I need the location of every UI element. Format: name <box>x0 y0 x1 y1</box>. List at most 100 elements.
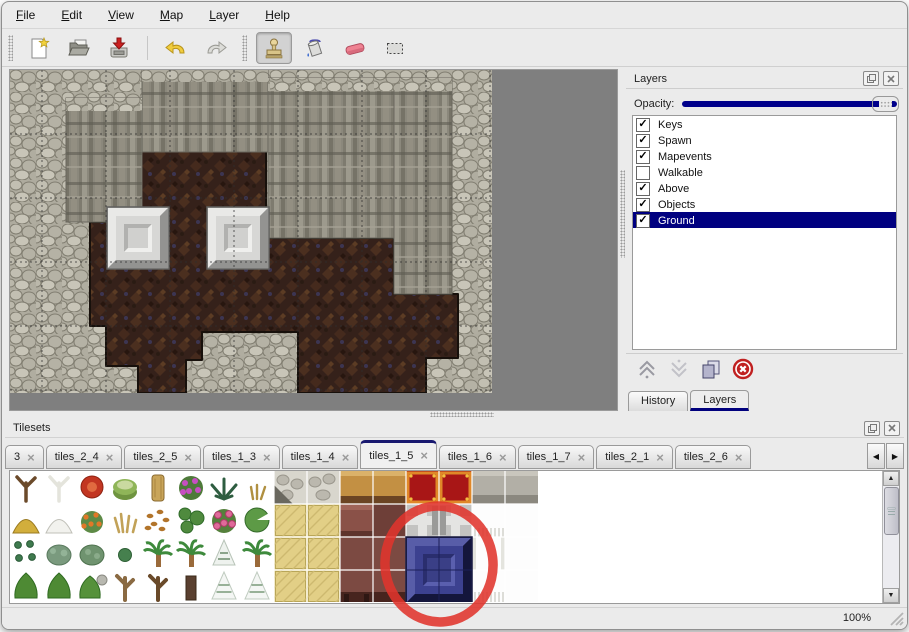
lower-layer-button[interactable] <box>666 357 692 381</box>
tileset-tab[interactable]: tiles_1_6 × <box>439 445 516 469</box>
float-dock-button[interactable] <box>863 71 879 86</box>
tab-scroll-left-button[interactable]: ◀ <box>867 443 885 469</box>
menu-item-edit[interactable]: Edit <box>61 8 82 22</box>
layer-row[interactable]: ✓ Above <box>633 180 896 196</box>
layer-checkbox[interactable]: ✓ <box>636 198 650 212</box>
stamp-tool-button[interactable] <box>256 32 292 64</box>
layer-row[interactable]: ✓ Objects <box>633 196 896 212</box>
tileset-tab[interactable]: tiles_2_5 × <box>124 445 201 469</box>
tileset-view[interactable]: ▲ ▼ <box>9 470 900 604</box>
fill-bucket-icon <box>303 36 327 60</box>
tab-history[interactable]: History <box>628 391 688 411</box>
fill-bucket-tool-button[interactable] <box>298 33 332 63</box>
tileset-tab[interactable]: 3 × <box>5 445 44 469</box>
tab-close-icon[interactable]: × <box>735 451 743 464</box>
layer-row[interactable]: ✓ Mapevents <box>633 148 896 164</box>
tileset-tab[interactable]: tiles_2_1 × <box>596 445 673 469</box>
tileset-scrollbar[interactable]: ▲ ▼ <box>882 471 899 603</box>
tab-scroll-buttons: ◀ ▶ <box>866 443 904 469</box>
opacity-slider[interactable] <box>682 95 899 113</box>
horizontal-splitter-handle[interactable] <box>430 412 494 417</box>
tab-close-icon[interactable]: × <box>499 451 507 464</box>
menu-item-layer[interactable]: Layer <box>209 8 239 22</box>
zoom-level-label: 100% <box>843 612 871 624</box>
resize-grip[interactable] <box>888 610 904 626</box>
rect-select-tool-button[interactable] <box>378 33 412 63</box>
layer-checkbox[interactable]: ✓ <box>636 134 650 148</box>
menu-item-view[interactable]: View <box>108 8 134 22</box>
layer-checkbox[interactable]: ✓ <box>636 214 650 228</box>
raise-layer-button[interactable] <box>634 357 660 381</box>
float-icon <box>867 74 876 83</box>
tab-close-icon[interactable]: × <box>184 451 192 464</box>
tab-layers[interactable]: Layers <box>690 390 749 411</box>
raise-layer-icon <box>636 358 658 380</box>
opacity-slider-handle[interactable] <box>872 96 899 112</box>
opacity-row: Opacity: <box>626 89 903 117</box>
new-file-icon <box>27 36 51 60</box>
menu-item-file[interactable]: File <box>16 8 35 22</box>
delete-layer-button[interactable] <box>730 357 756 381</box>
scroll-down-button[interactable]: ▼ <box>883 588 899 603</box>
screenshot-stage: File Edit View Map Layer Help <box>0 0 909 632</box>
opacity-slider-track[interactable] <box>682 101 897 107</box>
tab-close-icon[interactable]: × <box>342 451 350 464</box>
close-tilesets-button[interactable] <box>884 421 900 436</box>
tilesets-dock-titlebar: Tilesets <box>5 419 904 438</box>
tileset-tab[interactable]: tiles_1_3 × <box>203 445 280 469</box>
undo-icon <box>163 36 189 60</box>
tileset-tab[interactable]: tiles_2_6 × <box>675 445 752 469</box>
tileset-tab[interactable]: tiles_2_4 × <box>46 445 123 469</box>
layer-row[interactable]: ✓ Spawn <box>633 132 896 148</box>
open-button[interactable] <box>62 33 96 63</box>
tab-close-icon[interactable]: × <box>263 451 271 464</box>
tileset-tab-label: tiles_1_6 <box>448 451 492 463</box>
selected-tile-blue-door[interactable] <box>406 537 472 602</box>
tileset-image[interactable] <box>10 471 538 602</box>
statusbar: 100% <box>2 607 907 629</box>
layer-row[interactable]: Walkable <box>633 164 896 180</box>
layers-dock-title: Layers <box>634 73 863 85</box>
undo-button[interactable] <box>159 33 193 63</box>
tab-close-icon[interactable]: × <box>27 451 35 464</box>
close-dock-button[interactable] <box>883 71 899 86</box>
layer-checkbox[interactable]: ✓ <box>636 150 650 164</box>
tab-scroll-right-button[interactable]: ▶ <box>886 443 904 469</box>
menu-item-help[interactable]: Help <box>265 8 290 22</box>
save-button[interactable] <box>102 33 136 63</box>
duplicate-layer-button[interactable] <box>698 357 724 381</box>
rect-select-icon <box>383 36 407 60</box>
tilesets-dock: Tilesets 3 × tiles_2_4 × <box>5 419 904 607</box>
layer-row-selected[interactable]: ✓ Ground <box>633 212 896 228</box>
layer-row[interactable]: ✓ Keys <box>633 116 896 132</box>
tileset-tab-active[interactable]: tiles_1_5 × <box>360 440 437 469</box>
tileset-tab[interactable]: tiles_1_7 × <box>518 445 595 469</box>
tab-close-icon[interactable]: × <box>656 451 664 464</box>
layer-checkbox[interactable] <box>636 166 650 180</box>
menu-item-map[interactable]: Map <box>160 8 183 22</box>
tileset-tab-label: tiles_2_1 <box>605 451 649 463</box>
layer-checkbox[interactable]: ✓ <box>636 118 650 132</box>
redo-icon <box>203 36 229 60</box>
toolbar-grip[interactable] <box>8 35 13 61</box>
scrollbar-thumb[interactable] <box>884 487 899 535</box>
scroll-up-button[interactable]: ▲ <box>883 471 899 486</box>
layers-dock: Layers Opacity: ✓ Keys <box>626 69 903 411</box>
tilesets-dock-title: Tilesets <box>13 422 864 434</box>
vertical-splitter-handle[interactable] <box>620 170 625 258</box>
tileset-tab-label: tiles_1_5 <box>369 450 413 462</box>
new-file-button[interactable] <box>22 33 56 63</box>
redo-button[interactable] <box>199 33 233 63</box>
tab-close-icon[interactable]: × <box>578 451 586 464</box>
layer-label: Above <box>658 183 689 195</box>
layer-checkbox[interactable]: ✓ <box>636 182 650 196</box>
map-canvas[interactable] <box>10 70 492 393</box>
tab-close-icon[interactable]: × <box>420 449 428 462</box>
tileset-tab[interactable]: tiles_1_4 × <box>282 445 359 469</box>
toolbar-grip-2[interactable] <box>242 35 247 61</box>
eraser-icon <box>342 36 368 60</box>
float-tilesets-button[interactable] <box>864 421 880 436</box>
eraser-tool-button[interactable] <box>338 33 372 63</box>
tab-close-icon[interactable]: × <box>106 451 114 464</box>
map-viewport[interactable] <box>9 69 618 411</box>
